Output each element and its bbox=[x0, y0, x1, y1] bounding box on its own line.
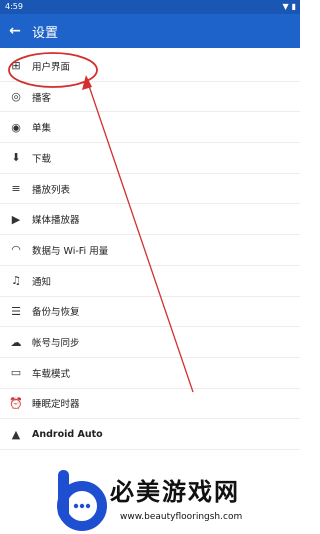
status-icons: ▼ ▮ bbox=[282, 2, 296, 11]
settings-item-car-mode[interactable]: ▭ 车载模式 bbox=[0, 358, 300, 389]
media-player-icon: ▶ bbox=[11, 212, 21, 226]
settings-item-media-player[interactable]: ▶ 媒体播放器 bbox=[0, 204, 300, 236]
watermark-url: www.beautyflooringsh.com bbox=[120, 512, 243, 522]
bell-icon: ♫ bbox=[11, 274, 21, 288]
status-time: 4:59 bbox=[5, 2, 23, 11]
status-bar: 4:59 ▼ ▮ bbox=[0, 0, 300, 14]
android-auto-icon: ▲ bbox=[11, 427, 21, 441]
settings-item-downloads[interactable]: ⬇ 下载 bbox=[0, 143, 300, 174]
wifi-status-icon: ▼ bbox=[282, 2, 289, 11]
car-icon: ▭ bbox=[10, 366, 22, 380]
settings-item-label: 备份与恢复 bbox=[32, 307, 80, 319]
settings-item-user-interface[interactable]: ⊞ 用户界面 bbox=[0, 51, 300, 82]
settings-item-label: 播客 bbox=[32, 92, 52, 104]
watermark-text: 必美游戏网 bbox=[110, 477, 240, 506]
settings-item-podcasts[interactable]: ◎ 播客 bbox=[0, 82, 300, 113]
settings-item-playlists[interactable]: ≡ 播放列表 bbox=[0, 174, 300, 205]
settings-item-android-auto[interactable]: ▲ Android Auto bbox=[0, 419, 300, 450]
watermark: 必美游戏网 www.beautyflooringsh.com bbox=[0, 460, 300, 534]
episode-icon: ◉ bbox=[11, 120, 21, 134]
watermark-logo bbox=[57, 470, 107, 531]
app-bar: ← 设置 bbox=[0, 14, 300, 48]
settings-item-label: 通知 bbox=[32, 276, 52, 288]
wifi-icon: ◠ bbox=[11, 243, 21, 257]
battery-icon: ▮ bbox=[291, 2, 296, 11]
settings-item-label: 媒体播放器 bbox=[32, 215, 80, 227]
settings-item-sleep-timer[interactable]: ⏰ 睡眠定时器 bbox=[0, 389, 300, 420]
grid-icon: ⊞ bbox=[11, 59, 21, 73]
settings-item-label: 睡眠定时器 bbox=[32, 399, 80, 411]
playlist-icon: ≡ bbox=[11, 182, 21, 196]
settings-item-label: Android Auto bbox=[32, 428, 103, 440]
backup-icon: ☰ bbox=[11, 304, 21, 318]
settings-item-label: 单集 bbox=[32, 123, 52, 135]
settings-item-data-wifi[interactable]: ◠ 数据与 Wi-Fi 用量 bbox=[0, 235, 300, 266]
page-title: 设置 bbox=[32, 25, 59, 41]
alarm-icon: ⏰ bbox=[9, 396, 23, 410]
settings-item-label: 用户界面 bbox=[32, 61, 71, 73]
back-arrow-icon[interactable]: ← bbox=[0, 14, 30, 48]
settings-item-account-sync[interactable]: ☁ 帐号与同步 bbox=[0, 327, 300, 358]
settings-item-label: 数据与 Wi-Fi 用量 bbox=[32, 245, 109, 257]
download-icon: ⬇ bbox=[11, 151, 21, 165]
settings-item-label: 下载 bbox=[32, 153, 52, 165]
settings-list: ⊞ 用户界面 ◎ 播客 ◉ 单集 ⬇ 下载 ≡ 播放列表 ▶ 媒体播放器 ◠ 数… bbox=[0, 51, 300, 512]
settings-item-label: 帐号与同步 bbox=[32, 338, 80, 350]
settings-item-backup[interactable]: ☰ 备份与恢复 bbox=[0, 297, 300, 328]
settings-item-label: 车载模式 bbox=[32, 368, 71, 380]
podcast-icon: ◎ bbox=[11, 90, 21, 104]
settings-item-notifications[interactable]: ♫ 通知 bbox=[0, 266, 300, 297]
cloud-sync-icon: ☁ bbox=[10, 335, 22, 349]
settings-item-label: 播放列表 bbox=[32, 184, 71, 196]
settings-item-episodes[interactable]: ◉ 单集 bbox=[0, 112, 300, 144]
